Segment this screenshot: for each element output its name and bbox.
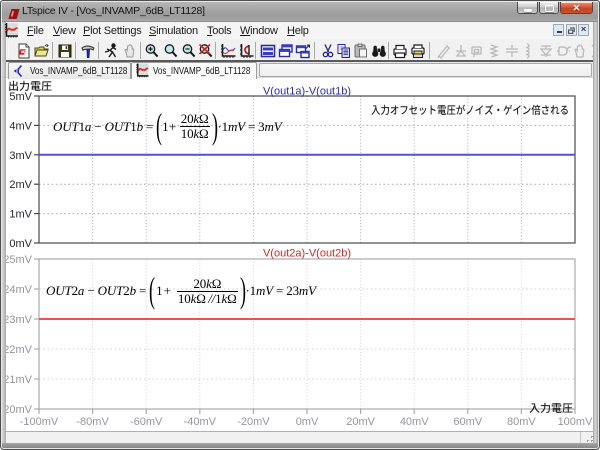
svg-text:25mV: 25mV [6,254,33,266]
svg-text:-60mV: -60mV [130,416,163,428]
svg-text:V(out1a)-V(out1b): V(out1a)-V(out1b) [263,86,351,98]
svg-text:5mV: 5mV [9,91,32,103]
svg-text:40mV: 40mV [400,416,429,428]
svg-text:-20mV: -20mV [237,416,270,428]
svg-text:24mV: 24mV [6,284,33,296]
svg-text:20mV: 20mV [6,404,33,416]
svg-text:22mV: 22mV [6,344,33,356]
svg-text:21mV: 21mV [6,374,33,386]
svg-text:1mV: 1mV [9,209,32,221]
svg-text:2mV: 2mV [9,179,32,191]
svg-text:23mV: 23mV [6,314,33,326]
svg-text:20mV: 20mV [346,416,375,428]
svg-text:-100mV: -100mV [20,416,59,428]
svg-text:60mV: 60mV [453,416,482,428]
svg-text:-80mV: -80mV [76,416,109,428]
svg-text:V(out2a)-V(out2b): V(out2a)-V(out2b) [263,248,351,260]
svg-text:3mV: 3mV [9,150,32,162]
svg-text:80mV: 80mV [507,416,536,428]
svg-text:100mV: 100mV [558,416,593,428]
svg-text:0mV: 0mV [9,238,32,250]
svg-text:0mV: 0mV [296,416,319,428]
svg-text:4mV: 4mV [9,120,32,132]
svg-text:-40mV: -40mV [184,416,217,428]
